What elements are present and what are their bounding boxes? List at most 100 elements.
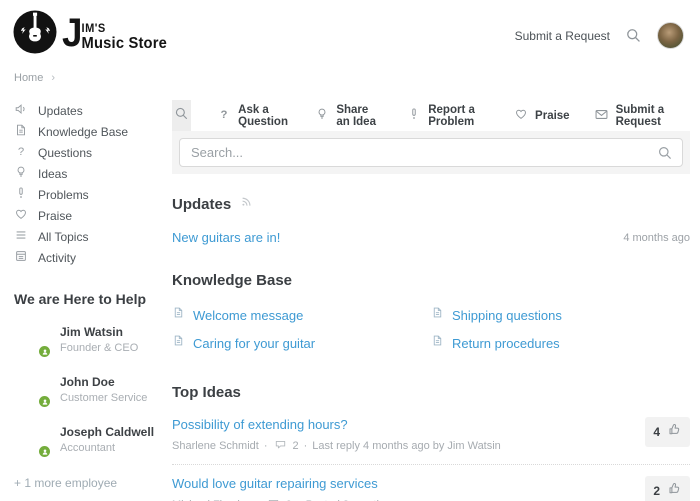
guitar-logo-icon — [12, 9, 58, 60]
thumbs-up-icon — [667, 481, 682, 501]
member-name: John Doe — [60, 375, 147, 389]
idea-author: Sharlene Schmidt — [172, 440, 259, 452]
user-avatar[interactable] — [657, 22, 684, 49]
online-badge-icon — [38, 395, 51, 408]
knowledge-base-links: Welcome message Shipping questions Carin… — [172, 306, 690, 352]
document-icon — [431, 334, 444, 352]
member-name: Jim Watsin — [60, 325, 138, 339]
sidebar-item-label: Questions — [38, 146, 92, 160]
vote-count: 2 — [653, 484, 660, 498]
envelope-icon — [594, 107, 609, 125]
document-icon — [172, 306, 185, 324]
idea-title-link[interactable]: Possibility of extending hours? — [172, 417, 501, 432]
main-content: ? Ask a Question Share an Idea Report a … — [172, 100, 690, 501]
breadcrumb-home-link[interactable]: Home — [14, 72, 43, 84]
sidebar-item-label: Ideas — [38, 167, 67, 181]
kb-article-link[interactable]: Return procedures — [431, 334, 690, 352]
logo-line1: IM'S — [82, 21, 167, 35]
tab-label: Share an Idea — [336, 104, 383, 128]
header-submit-request-link[interactable]: Submit a Request — [515, 29, 610, 43]
document-icon — [431, 306, 444, 324]
tab-search[interactable] — [172, 100, 191, 131]
store-name: J IM'S Music Store — [62, 16, 167, 53]
rss-icon[interactable] — [240, 195, 253, 213]
tab-label: Ask a Question — [238, 104, 291, 128]
online-badge-icon — [38, 345, 51, 358]
member-role: Accountant — [60, 442, 154, 454]
lightbulb-icon — [14, 165, 28, 182]
store-logo[interactable]: J IM'S Music Store — [12, 9, 176, 60]
member-name: Joseph Caldwell — [60, 425, 154, 439]
header-search-icon[interactable] — [625, 27, 642, 44]
comment-bubble-icon — [266, 497, 281, 501]
breadcrumb-separator: › — [51, 72, 55, 84]
sidebar-item-questions[interactable]: ? Questions — [14, 142, 172, 163]
search-panel — [172, 131, 690, 174]
knowledge-base-heading: Knowledge Base — [172, 272, 292, 289]
team-member[interactable]: Joseph Caldwell Accountant — [14, 422, 172, 457]
idea-meta-text: Last reply 4 months ago by Jim Watsin — [312, 440, 501, 452]
document-icon — [172, 334, 185, 352]
logo-big-letter: J — [62, 16, 82, 50]
heart-icon — [14, 207, 28, 224]
svg-text:?: ? — [221, 109, 228, 121]
logo-line2: Music Store — [82, 35, 167, 53]
breadcrumb: Home › — [0, 72, 700, 84]
sidebar-item-label: Praise — [38, 209, 72, 223]
kb-article-link[interactable]: Shipping questions — [431, 306, 690, 324]
updates-heading: Updates — [172, 196, 231, 213]
kb-article-link[interactable]: Caring for your guitar — [172, 334, 431, 352]
exclamation-icon — [14, 186, 28, 203]
document-icon — [14, 123, 28, 140]
member-role: Founder & CEO — [60, 342, 138, 354]
vote-count: 4 — [653, 425, 660, 439]
comment-bubble-icon — [273, 438, 288, 454]
search-icon — [174, 106, 189, 126]
sidebar-item-knowledge-base[interactable]: Knowledge Base — [14, 121, 172, 142]
sidebar-item-label: Knowledge Base — [38, 125, 128, 139]
thumbs-up-icon — [667, 422, 682, 442]
sidebar-item-label: Activity — [38, 251, 76, 265]
update-link[interactable]: New guitars are in! — [172, 230, 280, 245]
tab-label: Submit a Request — [616, 104, 678, 128]
online-badge-icon — [38, 445, 51, 458]
tab-praise[interactable]: Praise — [502, 100, 582, 131]
team-member[interactable]: Jim Watsin Founder & CEO — [14, 322, 172, 357]
tab-label: Praise — [535, 110, 570, 122]
list-icon — [14, 228, 28, 245]
activity-icon — [14, 249, 28, 266]
action-tabbar: ? Ask a Question Share an Idea Report a … — [172, 100, 690, 131]
idea-row: Would love guitar repairing services Mic… — [172, 464, 690, 501]
sidebar-item-activity[interactable]: Activity — [14, 247, 172, 268]
sidebar-item-all-topics[interactable]: All Topics — [14, 226, 172, 247]
sidebar-item-praise[interactable]: Praise — [14, 205, 172, 226]
idea-comment-count: 2 — [293, 440, 299, 452]
idea-title-link[interactable]: Would love guitar repairing services — [172, 476, 410, 491]
sidebar-item-updates[interactable]: Updates — [14, 100, 172, 121]
tab-report-a-problem[interactable]: Report a Problem — [395, 100, 502, 131]
vote-badge[interactable]: 4 — [645, 417, 690, 447]
sidebar-item-ideas[interactable]: Ideas — [14, 163, 172, 184]
vote-badge[interactable]: 2 — [645, 476, 690, 501]
svg-text:?: ? — [18, 146, 24, 158]
idea-row: Possibility of extending hours? Sharlene… — [172, 406, 690, 464]
megaphone-icon — [14, 102, 28, 119]
question-icon: ? — [217, 107, 231, 124]
top-ideas-list: Possibility of extending hours? Sharlene… — [172, 406, 690, 501]
update-time: 4 months ago — [623, 232, 690, 244]
member-role: Customer Service — [60, 392, 147, 404]
team-member[interactable]: John Doe Customer Service — [14, 372, 172, 407]
more-employees-link[interactable]: + 1 more employee — [14, 476, 172, 490]
tab-share-an-idea[interactable]: Share an Idea — [303, 100, 395, 131]
tab-ask-a-question[interactable]: ? Ask a Question — [205, 100, 303, 131]
idea-meta: Michael Fleming · 0 · Posted 3 months ag… — [172, 497, 410, 501]
sidebar: Updates Knowledge Base ? Questions Ideas… — [14, 100, 172, 501]
sidebar-item-problems[interactable]: Problems — [14, 184, 172, 205]
heart-icon — [514, 107, 528, 124]
exclamation-icon — [407, 107, 421, 124]
tab-label: Report a Problem — [428, 104, 490, 128]
search-input[interactable] — [179, 138, 683, 167]
tab-submit-a-request[interactable]: Submit a Request — [582, 100, 690, 131]
kb-article-link[interactable]: Welcome message — [172, 306, 431, 324]
update-item: New guitars are in! 4 months ago — [172, 230, 690, 245]
